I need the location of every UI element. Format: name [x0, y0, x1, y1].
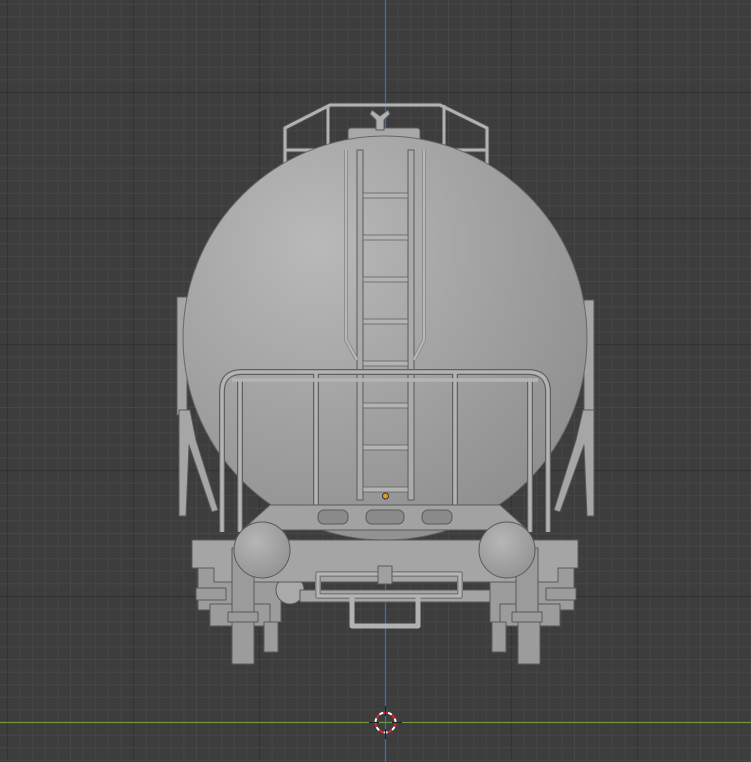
tank-wagon-model-icon[interactable] — [176, 102, 595, 665]
platform-cutouts — [317, 509, 453, 525]
coupler-hook — [377, 565, 393, 585]
ladder-rung — [362, 318, 409, 325]
viewport-canvas[interactable] — [0, 0, 751, 762]
ladder-rung — [362, 276, 409, 283]
ladder-rung — [362, 360, 409, 367]
ladder-rung — [362, 486, 409, 493]
ladder-rung — [362, 402, 409, 409]
ladder-rung — [362, 444, 409, 451]
ladder-rung — [362, 192, 409, 199]
object-origin-icon — [382, 492, 389, 500]
3d-viewport[interactable] — [0, 0, 751, 762]
ladder-rung — [362, 234, 409, 241]
